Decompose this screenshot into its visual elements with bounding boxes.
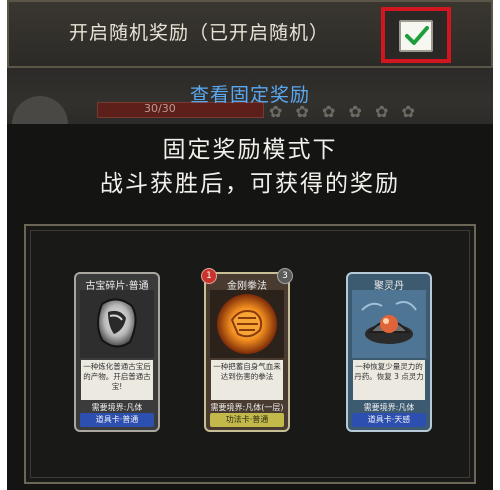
card-type-label: 道具卡·普通 bbox=[80, 413, 154, 427]
golden-fist-icon: ☆☆☆ bbox=[210, 290, 284, 358]
reward-card-ancient-fragment[interactable]: 古宝碎片·普通 一种炼化普通古宝后的产物。开启普通古宝! 需要境界:凡体 道具卡… bbox=[74, 272, 160, 432]
card-description: 一种炼化普通古宝后的产物。开启普通古宝! bbox=[81, 360, 153, 400]
panel-title-line1: 固定奖励模式下 bbox=[162, 137, 338, 163]
random-reward-toggle-row[interactable]: 开启随机奖励（已开启随机） bbox=[7, 0, 493, 68]
random-reward-checkbox[interactable] bbox=[399, 20, 433, 52]
card-requirement: 需要境界:凡体 bbox=[363, 403, 415, 412]
top-panel: 30/30 ✿ ✿ ✿ ✿ ✿ ✿ 开启随机奖励（已开启随机） 查看固定奖励 bbox=[7, 0, 493, 124]
fixed-rewards-panel: 固定奖励模式下 战斗获胜后，可获得的奖励 古宝碎片·普通 一种炼化普通古宝后的产… bbox=[7, 124, 493, 490]
card-requirement: 需要境界:凡体 bbox=[91, 403, 143, 412]
checkbox-highlight-frame bbox=[381, 7, 451, 63]
card-description: 一种恢复少量灵力的丹药。恢复 3 点灵力 bbox=[353, 360, 425, 400]
ancient-treasure-fragment-icon bbox=[80, 290, 154, 358]
card-requirement: 需要境界:凡体(一层) bbox=[210, 403, 284, 412]
reward-card-spirit-pill[interactable]: 聚灵丹 一种恢复少量灵力的丹药。恢复 3 点灵力 需要境界:凡体 道具卡·天感 bbox=[346, 272, 432, 432]
view-fixed-rewards-link[interactable]: 查看固定奖励 bbox=[7, 80, 493, 107]
reward-card-golden-fist[interactable]: 1 3 金刚拳法 ☆☆☆ bbox=[201, 268, 293, 432]
random-reward-label: 开启随机奖励（已开启随机） bbox=[69, 22, 330, 44]
card-description: 一种把蓄自身气血来达到伤害的拳法 bbox=[211, 360, 283, 400]
spirit-pill-icon bbox=[352, 290, 426, 358]
panel-title-line2: 战斗获胜后，可获得的奖励 bbox=[100, 171, 400, 197]
rewards-frame: 古宝碎片·普通 一种炼化普通古宝后的产物。开启普通古宝! 需要境界:凡体 道具卡… bbox=[24, 224, 476, 484]
card-type-label: 功法卡·普通 bbox=[210, 413, 284, 427]
checkmark-icon bbox=[405, 26, 429, 45]
card-type-label: 道具卡·天感 bbox=[352, 413, 426, 427]
